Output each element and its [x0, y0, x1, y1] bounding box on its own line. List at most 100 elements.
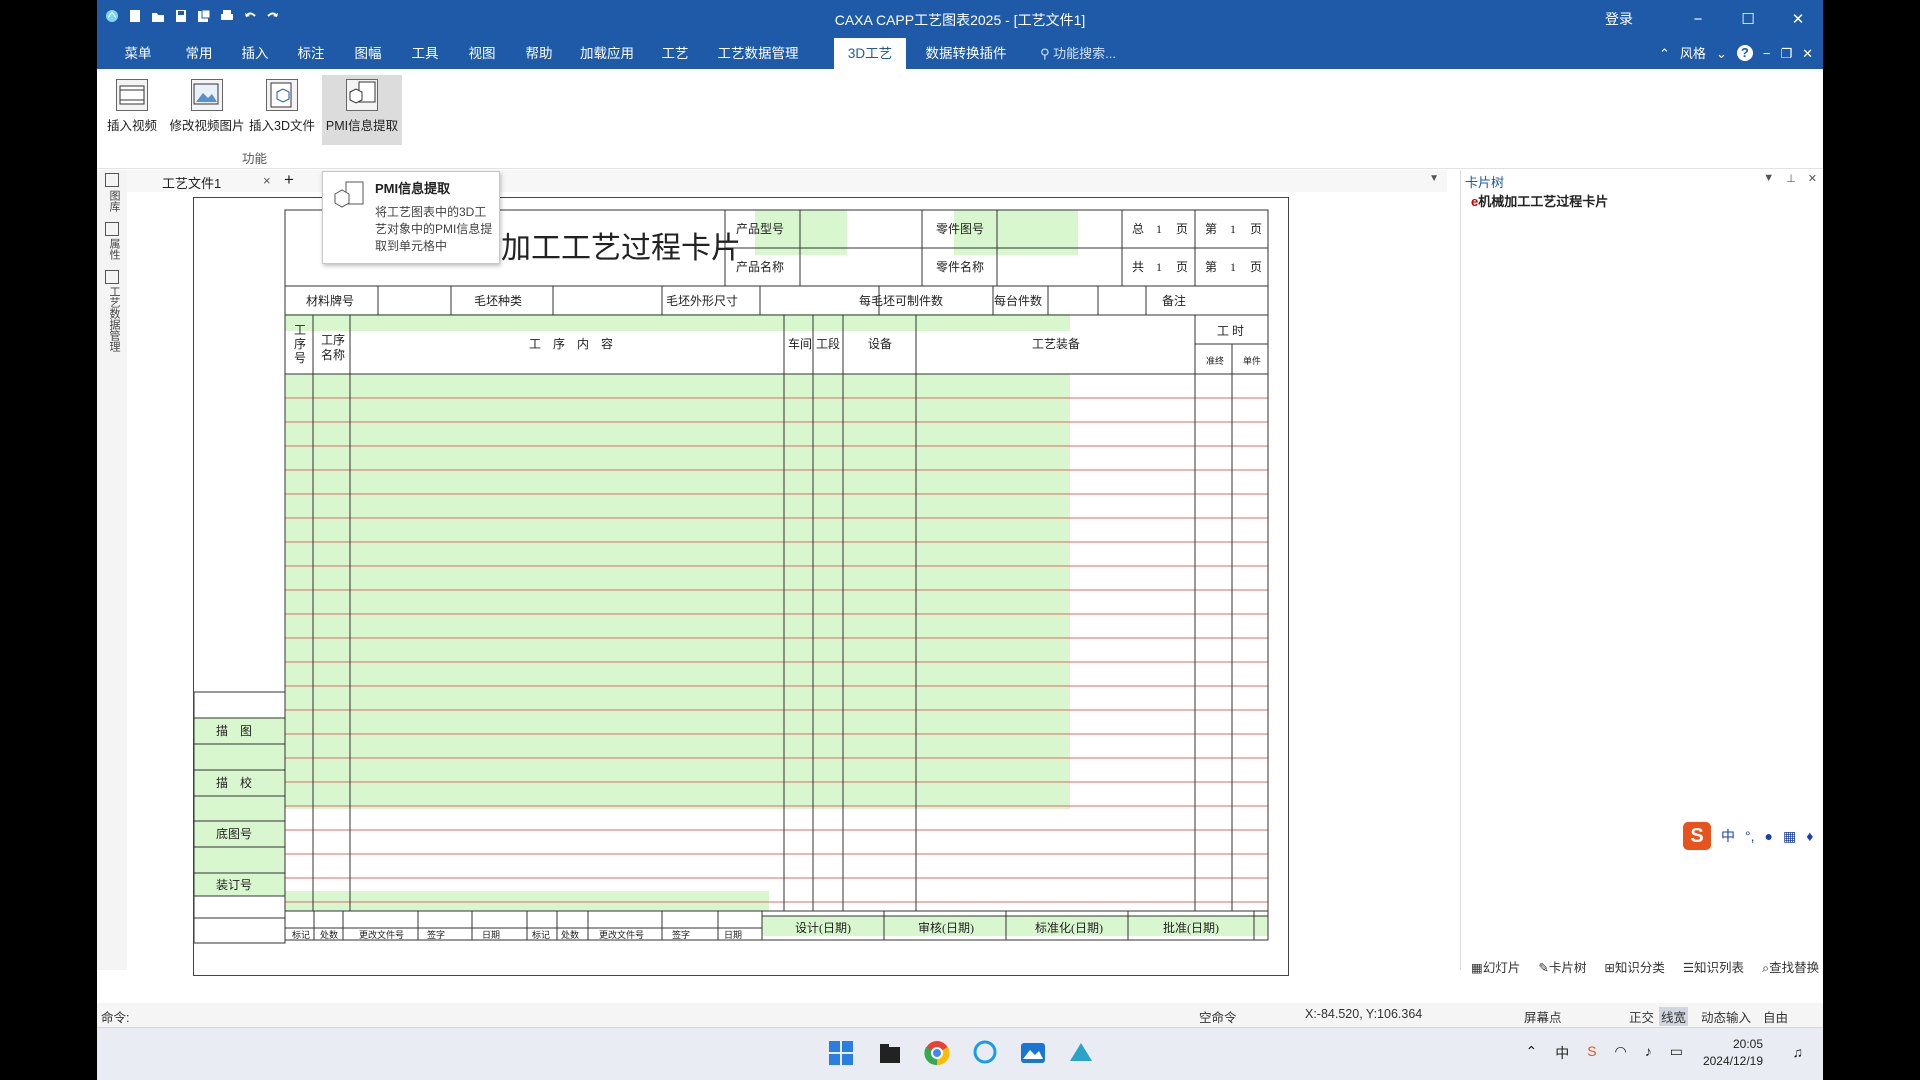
process-data-icon[interactable] [105, 270, 119, 284]
style-menu[interactable]: 风格 [1680, 38, 1706, 69]
tab-process-data[interactable]: 工艺数据管理 [703, 38, 813, 69]
panel-dropdown-icon[interactable]: ▼ [1763, 172, 1774, 185]
tab-menu[interactable]: 菜单 [105, 38, 171, 69]
dynamic-input-toggle[interactable]: 动态输入 [1701, 1007, 1751, 1026]
part-name-label: 零件名称 [936, 259, 984, 274]
tab-addons[interactable]: 加载应用 [567, 38, 647, 69]
file-explorer-icon[interactable] [876, 1039, 904, 1067]
tray-overflow-icon[interactable]: ⌃ [1525, 1043, 1537, 1063]
tab-help[interactable]: 帮助 [511, 38, 567, 69]
battery-icon[interactable]: ▭ [1670, 1043, 1683, 1063]
caxa-app-icon[interactable] [1067, 1039, 1095, 1067]
pin-icon[interactable]: ⊥ [1786, 172, 1796, 185]
knowledge-category-tab[interactable]: ⊞知识分类 [1604, 957, 1665, 976]
help-icon[interactable]: ? [1736, 45, 1753, 61]
notification-icon[interactable]: ♫ [1793, 1044, 1804, 1060]
ime-tray-icon[interactable]: 中 [1555, 1043, 1569, 1063]
wifi-icon[interactable]: ◠ [1615, 1043, 1627, 1063]
minimize-button[interactable]: − [1673, 11, 1723, 28]
style-dropdown-icon[interactable]: ⌄ [1716, 38, 1727, 69]
tab-frame[interactable]: 图幅 [339, 38, 397, 69]
chrome-icon[interactable] [923, 1039, 951, 1067]
ime-mic-icon[interactable]: ● [1765, 828, 1773, 844]
collapse-ribbon-icon[interactable]: ⌃ [1659, 38, 1670, 69]
edit-video-image-button[interactable]: 修改视频图片 [167, 75, 247, 145]
ime-keyboard-icon[interactable]: ▦ [1783, 828, 1796, 845]
sign-design: 设计(日期) [795, 921, 851, 935]
insert-3d-file-button[interactable]: 插入3D文件 [245, 75, 319, 145]
tooling-header: 工艺装备 [1032, 337, 1080, 351]
change-record-header: 签字 [672, 929, 690, 940]
sum-pages-prefix: 共 [1132, 260, 1144, 274]
pmi-extract-button[interactable]: PMI信息提取 [322, 75, 402, 145]
knowledge-category-label: 知识分类 [1614, 961, 1665, 975]
clock[interactable]: 20:05 2024/12/19 [1703, 1036, 1763, 1070]
drawing-canvas[interactable]: 加工工艺过程卡片 产品型号 产品名称 零件图号 零件名称 总 1 页 第 1 页… [127, 192, 1457, 978]
login-button[interactable]: 登录 [1605, 9, 1633, 29]
ortho-toggle[interactable]: 正交 [1629, 1007, 1654, 1026]
knowledge-list-label: 知识列表 [1694, 961, 1745, 975]
tab-tools[interactable]: 工具 [397, 38, 453, 69]
photos-app-icon[interactable] [1019, 1039, 1047, 1067]
gallery-icon[interactable] [105, 173, 119, 187]
tab-annotate[interactable]: 标注 [283, 38, 339, 69]
volume-icon[interactable]: ♪ [1645, 1043, 1652, 1063]
tab-common[interactable]: 常用 [171, 38, 227, 69]
unit-header: 单件 [1243, 355, 1261, 366]
tab-data-convert[interactable]: 数据转换插件 [912, 38, 1020, 69]
drawing-sheet: 加工工艺过程卡片 产品型号 产品名称 零件图号 零件名称 总 1 页 第 1 页… [193, 197, 1289, 976]
total-pages-value: 1 [1156, 222, 1162, 236]
sum-pages-value: 1 [1156, 260, 1162, 274]
feature-search[interactable]: ⚲ 功能搜索... [1040, 38, 1116, 69]
tab-list-dropdown-icon[interactable]: ▼ [1429, 173, 1439, 184]
gallery-tab[interactable]: 图库 [106, 190, 122, 212]
tab-3d-process[interactable]: 3D工艺 [834, 38, 906, 69]
free-mode-dropdown[interactable]: 自由 [1763, 1007, 1788, 1026]
properties-icon[interactable] [105, 222, 119, 236]
insert-video-button[interactable]: 插入视频 [97, 75, 169, 145]
document-tab-close[interactable]: × [263, 173, 271, 188]
page-no-unit: 页 [1250, 260, 1262, 274]
doc-minimize-icon[interactable]: − [1763, 38, 1771, 69]
sogou-tray-icon[interactable]: S [1587, 1043, 1596, 1063]
start-icon[interactable] [827, 1039, 855, 1067]
close-button[interactable]: ✕ [1773, 10, 1823, 28]
doc-close-icon[interactable]: ✕ [1802, 38, 1813, 69]
page-no-value: 1 [1230, 260, 1236, 274]
new-document-tab[interactable]: + [284, 170, 294, 190]
change-record-header: 更改文件号 [599, 929, 644, 940]
sogou-logo-icon[interactable]: S [1683, 822, 1711, 850]
chat-app-icon[interactable] [971, 1039, 999, 1067]
tab-process[interactable]: 工艺 [647, 38, 703, 69]
insert-video-label: 插入视频 [106, 119, 157, 133]
op-no-header-1: 工 [294, 323, 306, 337]
maximize-button[interactable]: ☐ [1723, 10, 1773, 28]
card-tree-tab[interactable]: ✎卡片树 [1538, 957, 1586, 976]
edit-video-image-label: 修改视频图片 [169, 119, 245, 133]
part-number-label: 零件图号 [936, 222, 984, 236]
tree-root-node[interactable]: e机械加工工艺过程卡片 [1471, 191, 1608, 210]
ime-chinese-mode[interactable]: 中 [1721, 826, 1735, 846]
document-tab[interactable]: 工艺文件1 [162, 173, 221, 192]
panel-close-icon[interactable]: ✕ [1808, 172, 1817, 185]
doc-restore-icon[interactable]: ❐ [1780, 38, 1792, 69]
find-replace-tab[interactable]: ⌕查找替换 [1762, 957, 1819, 976]
command-label: 命令: [101, 1011, 130, 1025]
tab-insert[interactable]: 插入 [227, 38, 283, 69]
properties-tab[interactable]: 属性 [106, 238, 122, 260]
linewidth-toggle[interactable]: 线宽 [1659, 1007, 1689, 1026]
process-data-tab[interactable]: 工艺数据管理 [106, 286, 122, 352]
slides-tab[interactable]: ▦幻灯片 [1471, 957, 1520, 976]
knowledge-list-tab[interactable]: ☰知识列表 [1683, 957, 1744, 976]
system-tray: ⌃ 中 S ◠ ♪ ▭ [1525, 1043, 1683, 1063]
video-image-icon [191, 79, 223, 111]
ime-skin-icon[interactable]: ♦ [1806, 828, 1813, 844]
change-record-header: 签字 [427, 929, 445, 940]
tab-view[interactable]: 视图 [453, 38, 511, 69]
snap-mode[interactable]: 屏幕点 [1524, 1007, 1562, 1026]
nth-pages-unit: 页 [1250, 222, 1262, 236]
slides-icon: ▦ [1471, 961, 1483, 975]
op-no-header-2: 序 [294, 336, 306, 351]
ime-punct-icon[interactable]: °, [1745, 828, 1755, 844]
change-record-header: 日期 [482, 930, 500, 940]
